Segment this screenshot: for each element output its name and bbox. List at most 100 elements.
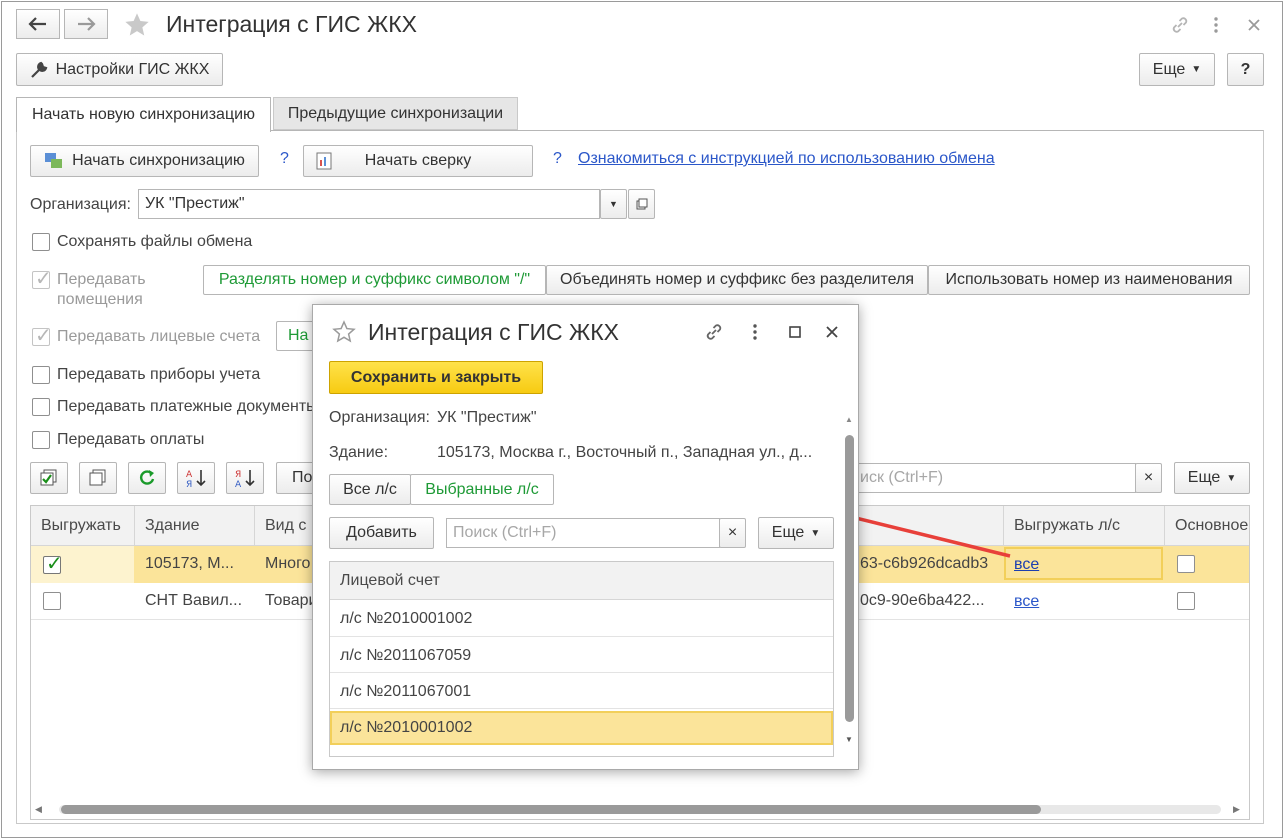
- help-button[interactable]: ?: [1227, 53, 1264, 86]
- save-close-button[interactable]: Сохранить и закрыть: [329, 361, 543, 394]
- close-icon[interactable]: [820, 320, 844, 344]
- transfer-docs-label: Передавать платежные документы: [57, 398, 318, 415]
- transfer-payments-checkbox[interactable]: [32, 431, 50, 449]
- col-kind[interactable]: Вид с: [265, 517, 306, 535]
- sort-descending-icon: ЯА: [235, 470, 255, 488]
- col-building[interactable]: Здание: [145, 517, 200, 535]
- save-files-checkbox[interactable]: [32, 233, 50, 251]
- organization-value: УК "Престиж": [145, 195, 245, 212]
- report-icon: [316, 152, 332, 170]
- col-account[interactable]: Лицевой счет: [340, 572, 440, 590]
- popup-title: Интеграция с ГИС ЖКХ: [368, 319, 619, 345]
- close-icon[interactable]: [1242, 13, 1266, 37]
- svg-text:Я: Я: [186, 480, 192, 488]
- start-check-label: Начать сверку: [364, 152, 472, 169]
- popup-more-label: Еще: [771, 524, 805, 541]
- link-icon[interactable]: [1168, 13, 1192, 37]
- transfer-payments-label: Передавать оплаты: [57, 431, 205, 448]
- page-title: Интеграция с ГИС ЖКХ: [166, 11, 417, 37]
- row-main-checkbox[interactable]: [1177, 592, 1195, 610]
- filter-all-button[interactable]: Все л/с: [329, 474, 411, 505]
- vertical-dots-icon[interactable]: [745, 320, 765, 344]
- room-mode-name[interactable]: Использовать номер из наименования: [928, 265, 1250, 295]
- sort-desc-button[interactable]: ЯА: [226, 462, 264, 494]
- scroll-right-icon[interactable]: ▶: [1233, 804, 1245, 816]
- row-kind: Товари: [265, 592, 318, 609]
- arrow-right-icon: [78, 17, 96, 31]
- accounts-table: Лицевой счет л/с №2010001002 л/с №201106…: [329, 561, 834, 757]
- link-icon[interactable]: [702, 320, 726, 344]
- star-icon[interactable]: [122, 10, 152, 40]
- help-link-check[interactable]: ?: [553, 150, 562, 168]
- account-name: л/с №2010001002: [340, 719, 473, 736]
- col-export[interactable]: Выгружать: [41, 517, 121, 535]
- room-mode-separator[interactable]: Разделять номер и суффикс символом "/": [203, 265, 546, 295]
- instruction-link[interactable]: Ознакомиться с инструкцией по использова…: [578, 150, 995, 168]
- organization-field[interactable]: УК "Престиж": [138, 189, 600, 219]
- vertical-dots-icon[interactable]: [1206, 13, 1226, 37]
- tab-previous-sync[interactable]: Предыдущие синхронизации: [273, 97, 518, 130]
- scroll-up-icon[interactable]: ▲: [845, 415, 853, 424]
- account-name: л/с №2011067001: [340, 683, 472, 700]
- transfer-accounts-checkbox[interactable]: ✓: [32, 325, 52, 347]
- filter-selected-button[interactable]: Выбранные л/с: [410, 474, 554, 505]
- popup-building-label: Здание:: [329, 444, 389, 461]
- row-export-checkbox[interactable]: ✓: [43, 553, 63, 575]
- back-button[interactable]: [16, 9, 60, 39]
- wrench-icon: [30, 61, 47, 78]
- maximize-icon[interactable]: [783, 320, 807, 344]
- transfer-rooms-checkbox[interactable]: ✓: [32, 268, 52, 290]
- column-divider: [1164, 506, 1165, 546]
- list-more-button[interactable]: Еще ▼: [1174, 462, 1250, 494]
- popup-more-button[interactable]: Еще ▼: [758, 517, 834, 549]
- row-main-checkbox[interactable]: [1177, 555, 1195, 573]
- star-icon[interactable]: [331, 319, 357, 345]
- add-account-button[interactable]: Добавить: [329, 517, 434, 549]
- sort-ascending-icon: АЯ: [186, 470, 206, 488]
- dropdown-arrow-icon: ▼: [1226, 472, 1237, 484]
- transfer-docs-checkbox[interactable]: [32, 398, 50, 416]
- start-check-button[interactable]: Начать сверку: [303, 145, 533, 177]
- forward-button[interactable]: [64, 9, 108, 39]
- uncheck-all-button[interactable]: [79, 462, 117, 494]
- scroll-left-icon[interactable]: ◀: [35, 804, 47, 816]
- horizontal-scrollbar-thumb[interactable]: [61, 805, 1041, 814]
- refresh-icon: [140, 470, 155, 485]
- popup-vertical-scrollbar[interactable]: [845, 435, 854, 722]
- organization-label: Организация:: [30, 196, 131, 213]
- row-accounts-link[interactable]: все: [1014, 593, 1039, 611]
- arrow-left-icon: [28, 17, 46, 31]
- account-name: л/с №2011067059: [340, 647, 472, 664]
- more-button[interactable]: Еще ▼: [1139, 53, 1215, 86]
- column-divider: [254, 506, 255, 546]
- organization-open[interactable]: [628, 189, 655, 219]
- open-window-icon: [636, 198, 647, 210]
- list-search-clear[interactable]: ×: [1135, 463, 1162, 493]
- start-sync-button[interactable]: Начать синхронизацию: [30, 145, 259, 177]
- gis-settings-button[interactable]: Настройки ГИС ЖКХ: [16, 53, 223, 86]
- help-link-sync[interactable]: ?: [280, 150, 289, 168]
- transfer-accounts-label: Передавать лицевые счета: [57, 328, 261, 345]
- svg-text:Я: Я: [235, 470, 241, 480]
- organization-dropdown[interactable]: ▼: [600, 189, 627, 219]
- list-more-label: Еще: [1187, 469, 1221, 486]
- dropdown-arrow-icon: ▼: [609, 199, 618, 209]
- svg-text:А: А: [186, 470, 193, 480]
- check-icon: ✓: [35, 268, 52, 290]
- check-all-button[interactable]: [30, 462, 68, 494]
- col-export-accounts[interactable]: Выгружать л/с: [1014, 517, 1120, 535]
- popup-search-clear[interactable]: ×: [719, 518, 746, 548]
- scroll-down-icon[interactable]: ▼: [845, 735, 853, 744]
- transfer-meters-checkbox[interactable]: [32, 366, 50, 384]
- refresh-button[interactable]: [128, 462, 166, 494]
- row-export-checkbox[interactable]: [43, 592, 61, 610]
- uncheck-all-icon: [89, 469, 106, 486]
- sort-asc-button[interactable]: АЯ: [177, 462, 215, 494]
- more-label: Еще: [1152, 60, 1186, 78]
- tab-new-sync[interactable]: Начать новую синхронизацию: [16, 97, 271, 132]
- col-main[interactable]: Основное: [1175, 517, 1248, 535]
- room-mode-join[interactable]: Объединять номер и суффикс без разделите…: [546, 265, 928, 295]
- transfer-meters-label: Передавать приборы учета: [57, 366, 261, 383]
- popup-search-input[interactable]: Поиск (Ctrl+F): [446, 518, 720, 548]
- row-building: 105173, М...: [145, 555, 234, 572]
